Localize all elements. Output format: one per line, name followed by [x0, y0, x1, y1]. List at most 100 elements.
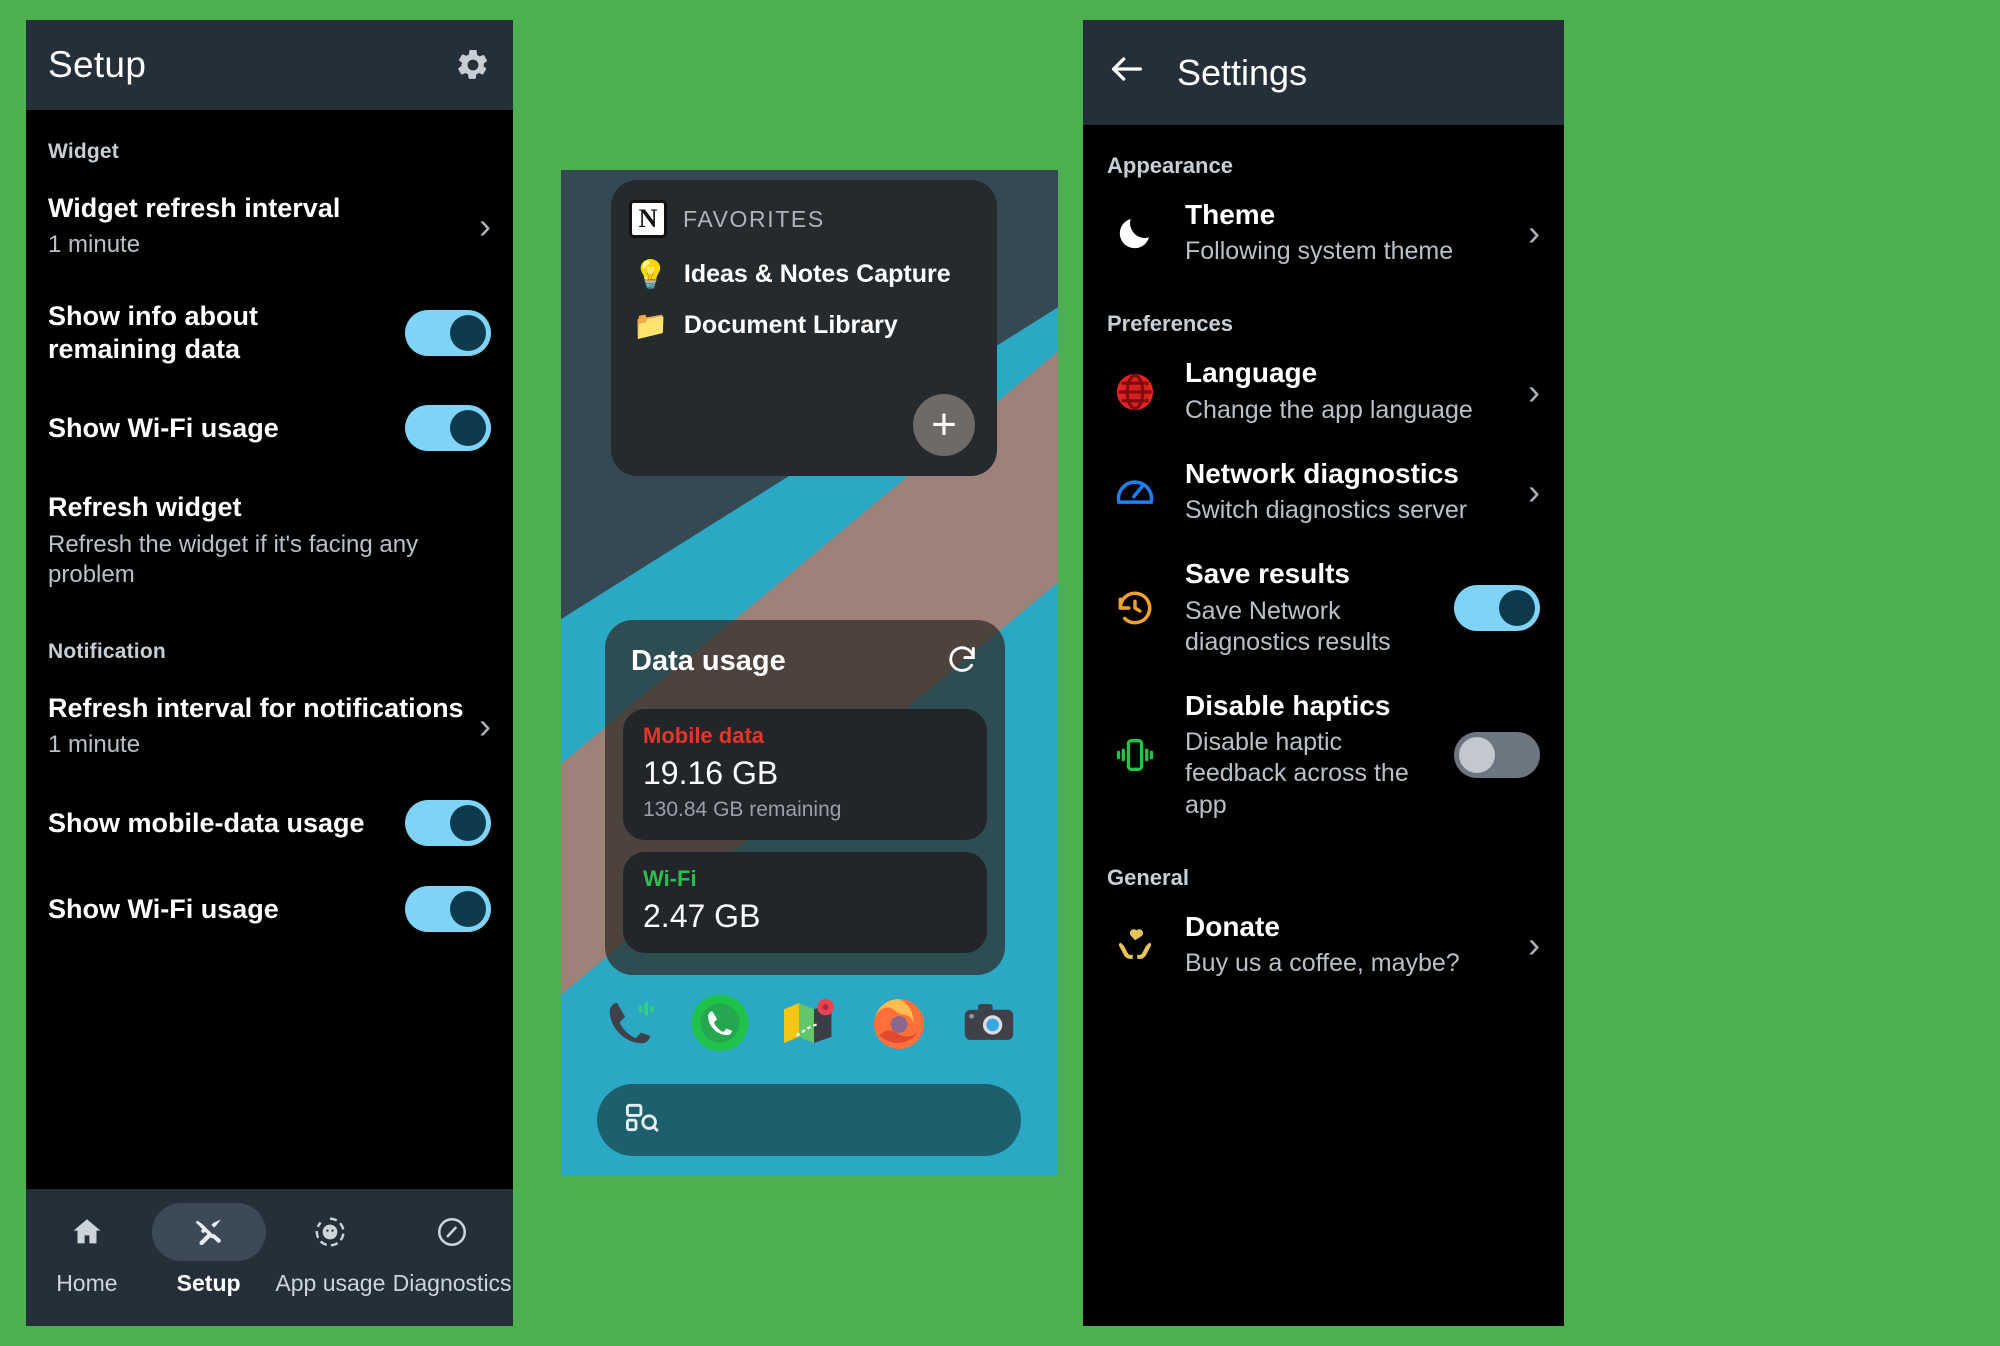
row-title: Show Wi-Fi usage: [48, 893, 279, 924]
vibration-icon: [1107, 733, 1163, 777]
toggle-show-wifi-usage-notification[interactable]: [405, 885, 491, 932]
bottom-navigation-bar: Home Setup App usage Diagnostics: [26, 1189, 513, 1326]
moon-icon: [1107, 212, 1163, 254]
settings-appbar: Settings: [1083, 20, 1564, 125]
settings-screen-panel: Settings Appearance Theme Following syst…: [1083, 20, 1564, 1326]
row-show-wifi-usage-notification[interactable]: Show Wi-Fi usage: [26, 866, 513, 952]
nav-label: Setup: [176, 1270, 241, 1296]
row-subtitle: Change the app language: [1185, 395, 1473, 424]
notion-list-item-documents[interactable]: 📁 Document Library: [629, 311, 979, 340]
row-title: Network diagnostics: [1185, 457, 1459, 489]
firefox-icon[interactable]: [864, 988, 934, 1058]
nav-label: Diagnostics: [392, 1270, 512, 1296]
row-title: Widget refresh interval: [48, 193, 341, 223]
speedometer-icon: [1107, 470, 1163, 514]
nav-item-setup[interactable]: Setup: [148, 1203, 270, 1297]
page-title: Setup: [48, 44, 147, 85]
gear-icon[interactable]: [455, 47, 491, 83]
data-usage-value: 19.16 GB: [643, 755, 779, 791]
row-subtitle: Disable haptic feedback across the app: [1185, 728, 1409, 819]
row-title: Donate: [1185, 910, 1280, 942]
data-usage-title: Data usage: [631, 645, 786, 677]
data-usage-card-mobile: Mobile data 19.16 GB 130.84 GB remaining: [623, 709, 987, 840]
nav-item-app-usage[interactable]: App usage: [270, 1203, 392, 1297]
chevron-right-icon: ›: [1528, 471, 1540, 513]
three-screenshot-collage: Setup Widget Widget refresh interval 1 m…: [0, 0, 2000, 1346]
toggle-knob: [450, 410, 486, 447]
notion-widget-title: FAVORITES: [683, 205, 825, 232]
donate-heart-hands-icon: [1107, 923, 1163, 967]
chevron-right-icon: ›: [1528, 212, 1540, 254]
row-donate[interactable]: Donate Buy us a coffee, maybe? ›: [1083, 895, 1564, 995]
row-title: Refresh widget: [48, 492, 242, 523]
row-subtitle: Switch diagnostics server: [1185, 496, 1468, 525]
toggle-knob: [450, 804, 486, 841]
setup-settings-list: Widget Widget refresh interval 1 minute …: [26, 110, 513, 952]
nav-item-diagnostics[interactable]: Diagnostics: [391, 1203, 513, 1297]
setup-appbar: Setup: [26, 20, 513, 110]
data-usage-label: Wi-Fi: [643, 866, 697, 891]
notion-favorites-widget[interactable]: N FAVORITES 💡 Ideas & Notes Capture 📁 Do…: [611, 180, 997, 476]
row-show-wifi-usage-widget[interactable]: Show Wi-Fi usage: [26, 385, 513, 471]
notion-list-item-ideas[interactable]: 💡 Ideas & Notes Capture: [629, 260, 979, 289]
home-icon: [30, 1203, 144, 1261]
row-language[interactable]: Language Change the app language ›: [1083, 341, 1564, 441]
toggle-save-results[interactable]: [1454, 585, 1540, 632]
row-title: Show mobile-data usage: [48, 807, 365, 838]
data-usage-label: Mobile data: [643, 723, 765, 748]
android-usage-icon: [273, 1203, 387, 1261]
toggle-show-info-remaining-data[interactable]: [405, 309, 491, 356]
row-subtitle: 1 minute: [48, 730, 141, 758]
notion-widget-header: N FAVORITES: [629, 200, 979, 238]
add-page-button[interactable]: +: [913, 394, 975, 456]
phone-icon[interactable]: [685, 988, 755, 1058]
globe-icon: [1107, 370, 1163, 414]
setup-screen-panel: Setup Widget Widget refresh interval 1 m…: [26, 20, 513, 1326]
row-title: Save results: [1185, 558, 1350, 590]
chevron-right-icon: ›: [1528, 924, 1540, 966]
chevron-right-icon: ›: [479, 205, 491, 247]
refresh-icon[interactable]: [945, 642, 979, 681]
nav-item-home[interactable]: Home: [26, 1203, 148, 1297]
row-disable-haptics[interactable]: Disable haptics Disable haptic feedback …: [1083, 674, 1564, 837]
toggle-knob: [1499, 590, 1535, 627]
section-heading-general: General: [1107, 864, 1189, 890]
back-arrow-icon[interactable]: [1107, 49, 1147, 96]
settings-list: Appearance Theme Following system theme …: [1083, 125, 1564, 995]
row-title: Language: [1185, 357, 1318, 389]
row-subtitle: Following system theme: [1185, 237, 1454, 266]
lightbulb-icon: 💡: [633, 258, 668, 290]
call-recorder-icon[interactable]: [595, 988, 665, 1058]
page-title: Settings: [1177, 51, 1308, 93]
row-theme[interactable]: Theme Following system theme ›: [1083, 183, 1564, 283]
search-bar[interactable]: [597, 1084, 1021, 1156]
section-heading-widget: Widget: [48, 140, 119, 163]
toggle-disable-haptics[interactable]: [1454, 732, 1540, 779]
data-usage-card-wifi: Wi-Fi 2.47 GB: [623, 852, 987, 953]
toggle-show-wifi-usage-widget[interactable]: [405, 405, 491, 452]
data-usage-widget[interactable]: Data usage Mobile data 19.16 GB 130.84 G…: [605, 620, 1005, 975]
toggle-show-mobile-data-usage[interactable]: [405, 799, 491, 846]
home-screen-panel: N FAVORITES 💡 Ideas & Notes Capture 📁 Do…: [561, 170, 1058, 1176]
row-subtitle: Save Network diagnostics results: [1185, 596, 1391, 656]
row-show-info-remaining-data[interactable]: Show info about remaining data: [26, 280, 513, 385]
row-save-results[interactable]: Save results Save Network diagnostics re…: [1083, 542, 1564, 674]
row-refresh-widget[interactable]: Refresh widget Refresh the widget if it'…: [26, 471, 513, 609]
nav-label: App usage: [275, 1270, 386, 1296]
history-icon: [1107, 586, 1163, 630]
row-title: Refresh interval for notifications: [48, 692, 464, 723]
camera-icon[interactable]: [954, 988, 1024, 1058]
row-refresh-interval-notifications[interactable]: Refresh interval for notifications 1 min…: [26, 672, 513, 780]
row-show-mobile-data-usage[interactable]: Show mobile-data usage: [26, 780, 513, 866]
folder-icon: 📁: [633, 309, 668, 341]
row-widget-refresh-interval[interactable]: Widget refresh interval 1 minute ›: [26, 172, 513, 280]
row-title: Disable haptics: [1185, 690, 1391, 721]
notion-item-label: Ideas & Notes Capture: [683, 260, 951, 288]
row-network-diagnostics[interactable]: Network diagnostics Switch diagnostics s…: [1083, 442, 1564, 542]
tools-icon: [151, 1203, 266, 1261]
app-dock: [561, 988, 1058, 1058]
chevron-right-icon: ›: [1528, 370, 1540, 412]
row-title: Theme: [1185, 199, 1276, 230]
section-heading-preferences: Preferences: [1107, 311, 1233, 337]
maps-icon[interactable]: [774, 988, 844, 1058]
